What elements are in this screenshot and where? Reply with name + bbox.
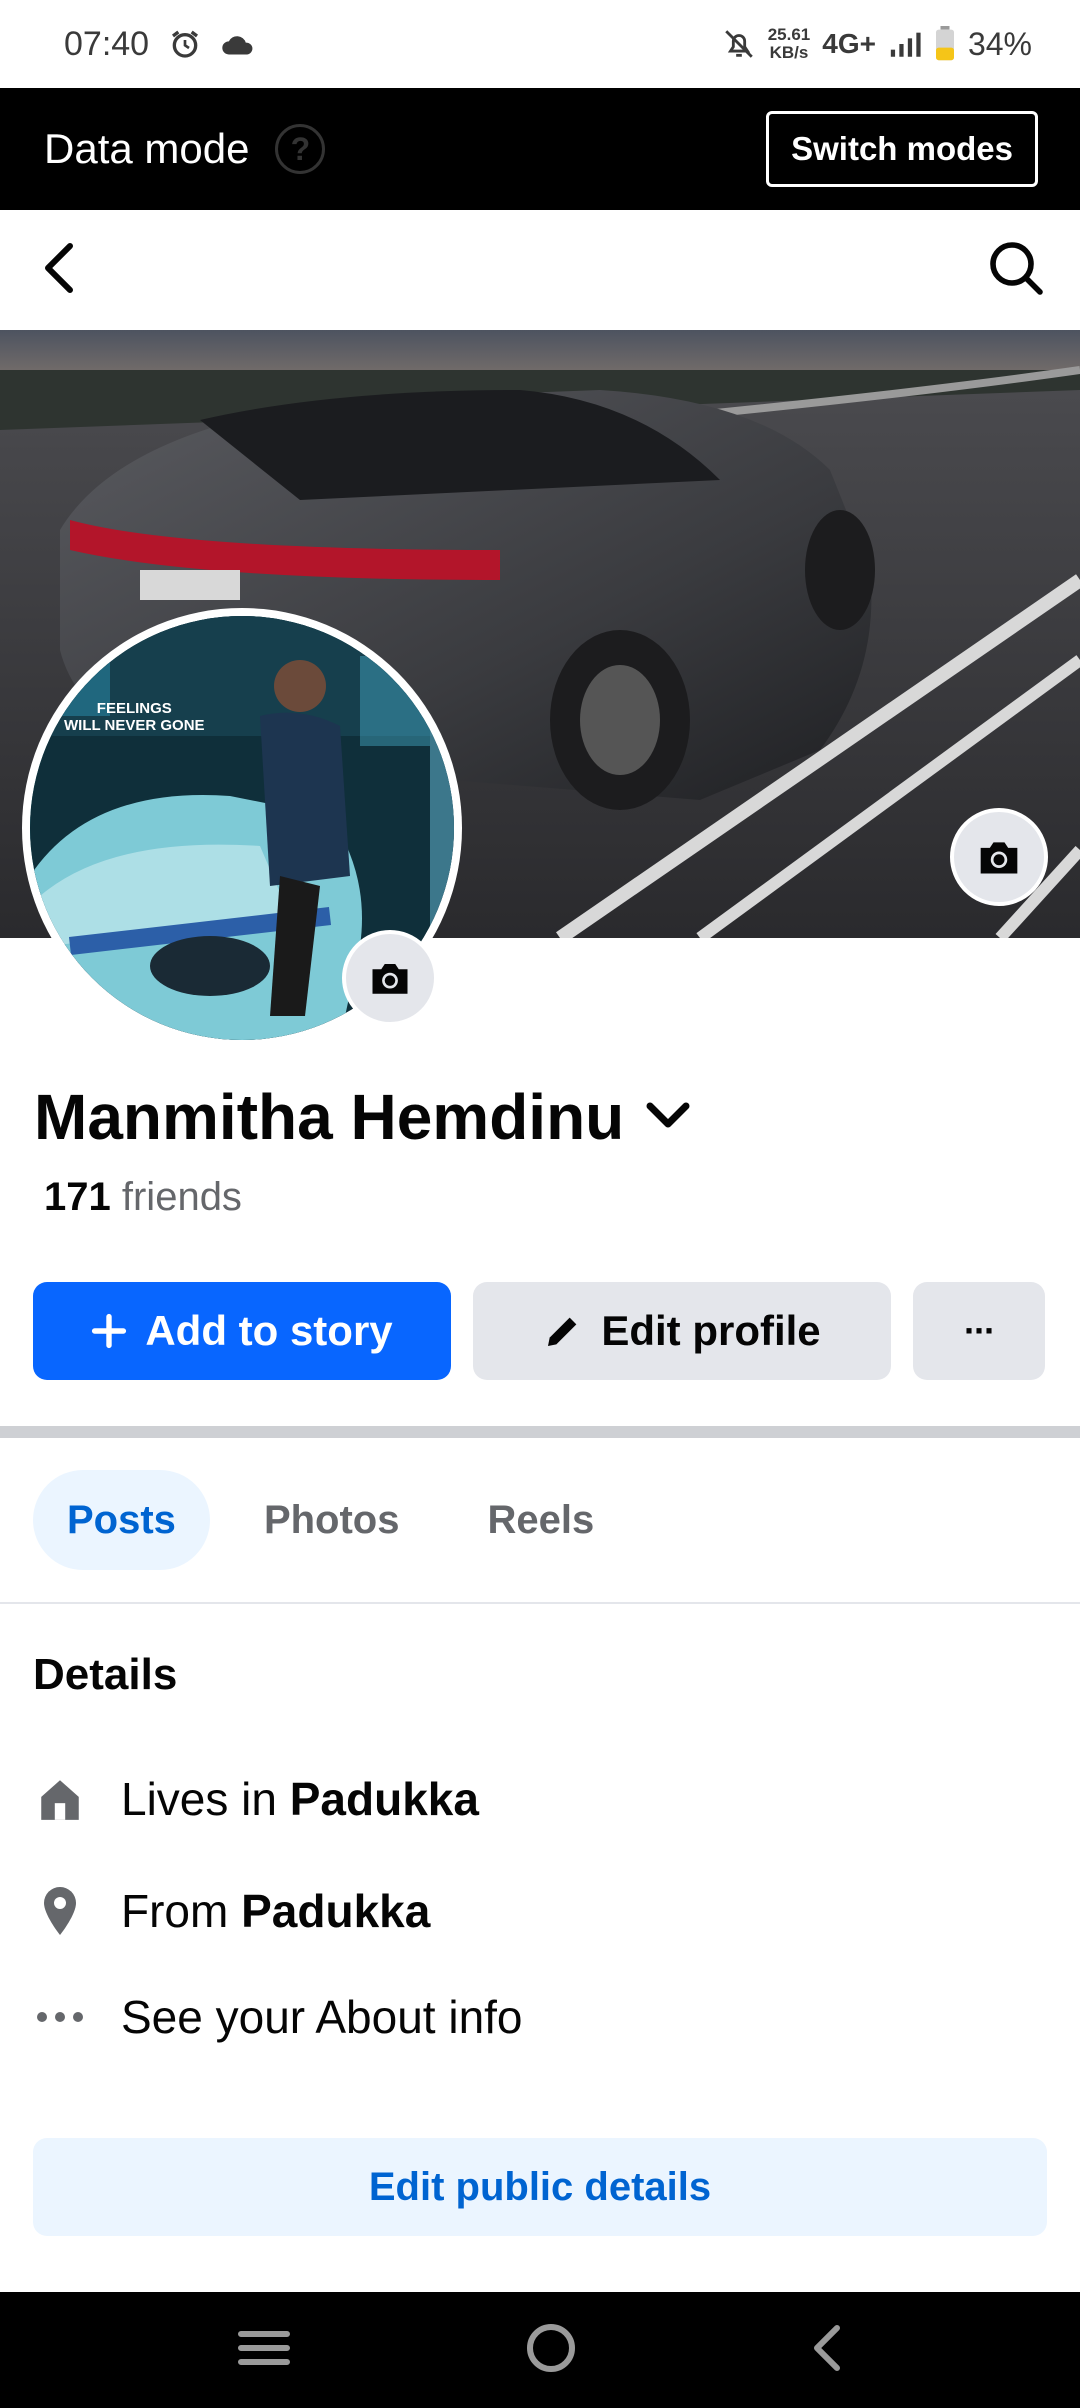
avatar-camera-button[interactable]	[342, 930, 438, 1026]
more-options-button[interactable]: ···	[913, 1282, 1045, 1380]
battery-icon	[934, 26, 956, 62]
add-to-story-label: Add to story	[145, 1307, 393, 1354]
lives-in-place: Padukka	[289, 1773, 479, 1825]
alarm-icon	[169, 28, 201, 60]
battery-percent: 34%	[967, 25, 1032, 62]
home-button-icon[interactable]	[526, 2323, 576, 2378]
top-nav	[0, 210, 1080, 330]
detail-lives-in: Lives in Padukka	[33, 1772, 479, 1826]
from-text: From Padukka	[121, 1884, 430, 1938]
pencil-icon	[548, 1317, 577, 1346]
detail-from: From Padukka	[33, 1884, 430, 1938]
profile-name-row[interactable]: Manmitha Hemdinu	[34, 1080, 692, 1154]
status-time: 07:40	[64, 24, 150, 63]
more-dots-icon: ···	[964, 1310, 996, 1351]
help-icon[interactable]: ?	[275, 124, 326, 174]
tab-posts[interactable]: Posts	[33, 1470, 210, 1570]
status-right: 25.61 KB/s 4G+ 34%	[722, 26, 1032, 63]
home-icon	[33, 1774, 87, 1824]
switch-modes-button[interactable]: Switch modes	[766, 111, 1038, 187]
signal-icon	[888, 29, 922, 59]
section-divider	[0, 1426, 1080, 1438]
system-nav-bar	[0, 2292, 1080, 2408]
camera-icon	[372, 964, 408, 994]
avatar-overlay-line1: FEELINGS	[96, 700, 172, 717]
net-speed-value: 25.61	[767, 25, 811, 44]
recent-apps-icon[interactable]	[237, 2328, 291, 2373]
cloud-icon	[221, 31, 255, 57]
chevron-down-icon[interactable]	[644, 1100, 692, 1135]
network-type: 4G+	[822, 28, 876, 59]
edit-profile-label: Edit profile	[601, 1307, 821, 1354]
camera-icon	[980, 842, 1018, 874]
net-speed-unit: KB/s	[769, 43, 809, 62]
location-pin-icon	[33, 1885, 87, 1937]
about-link-text: See your About info	[121, 1991, 523, 2043]
tabs-divider	[0, 1602, 1080, 1604]
friends-number: 171	[44, 1175, 111, 1219]
profile-name: Manmitha Hemdinu	[34, 1081, 625, 1153]
friends-label: friends	[121, 1175, 242, 1219]
search-icon[interactable]	[988, 240, 1044, 301]
details-heading: Details	[33, 1650, 178, 1699]
mute-icon	[722, 27, 756, 61]
status-bar: 07:40 25.61 KB/s 4G+ 34%	[0, 0, 1080, 88]
cover-camera-button[interactable]	[950, 808, 1048, 906]
detail-about[interactable]: See your About info	[33, 1990, 523, 2044]
net-speed: 25.61 KB/s	[768, 26, 811, 62]
more-dots-icon	[33, 2011, 87, 2023]
lives-in-prefix: Lives in	[121, 1773, 277, 1825]
tab-reels[interactable]: Reels	[453, 1470, 628, 1570]
system-back-icon[interactable]	[811, 2324, 843, 2377]
avatar-overlay-line2: WILL NEVER GONE	[64, 717, 205, 734]
add-to-story-button[interactable]: Add to story	[33, 1282, 451, 1380]
from-prefix: From	[121, 1885, 229, 1937]
tab-photos[interactable]: Photos	[230, 1470, 434, 1570]
edit-public-details-button[interactable]: Edit public details	[33, 2138, 1047, 2236]
data-mode-title: Data mode	[44, 125, 250, 172]
lives-in-text: Lives in Padukka	[121, 1772, 479, 1826]
data-mode-title-group: Data mode ?	[44, 124, 326, 174]
friends-count[interactable]: 171 friends	[44, 1175, 242, 1220]
status-left: 07:40	[64, 25, 255, 64]
plus-icon	[92, 1313, 127, 1349]
back-arrow-icon[interactable]	[40, 240, 80, 301]
profile-tabs: Posts Photos Reels	[33, 1470, 628, 1570]
from-place: Padukka	[241, 1885, 431, 1937]
edit-profile-button[interactable]: Edit profile	[473, 1282, 891, 1380]
data-mode-bar: Data mode ? Switch modes	[0, 88, 1080, 210]
profile-actions: Add to story Edit profile ···	[33, 1282, 1047, 1380]
avatar-overlay-text: FEELINGS WILL NEVER GONE	[64, 700, 205, 734]
